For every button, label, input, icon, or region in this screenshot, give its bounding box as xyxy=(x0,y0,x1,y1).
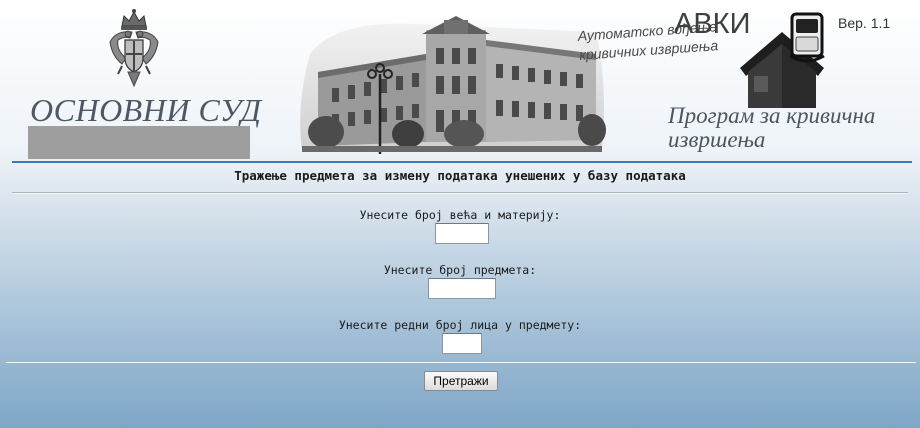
app-version: Вер. 1.1 xyxy=(838,15,891,31)
court-location-placeholder xyxy=(28,126,250,159)
case-number-label: Унесите број предмета: xyxy=(383,263,537,277)
chamber-and-subject-label: Унесите број већа и материју: xyxy=(359,208,561,222)
app-title: Програм за кривична извршења xyxy=(668,104,918,152)
case-number-input[interactable] xyxy=(428,278,496,299)
person-ordinal-input[interactable] xyxy=(442,333,482,354)
court-name: ОСНОВНИ СУД xyxy=(30,92,262,128)
page-header: ОСНОВНИ СУД Аутоматско вођење кривичних … xyxy=(0,0,920,163)
court-building-image xyxy=(300,16,606,154)
form-divider xyxy=(6,361,916,363)
heading-divider xyxy=(12,192,908,194)
coat-of-arms-icon xyxy=(109,9,159,88)
header-divider xyxy=(12,161,912,163)
chamber-and-subject-input[interactable] xyxy=(435,223,489,244)
person-ordinal-label: Унесите редни број лица у предмету: xyxy=(338,318,582,332)
house-logo-icon xyxy=(740,12,825,108)
search-button[interactable]: Претражи xyxy=(424,371,498,391)
page-title: Тражење предмета за измену података унеш… xyxy=(234,168,686,183)
app-title-line2: извршења xyxy=(668,127,766,152)
app-title-line1: Програм за кривична xyxy=(668,103,876,128)
